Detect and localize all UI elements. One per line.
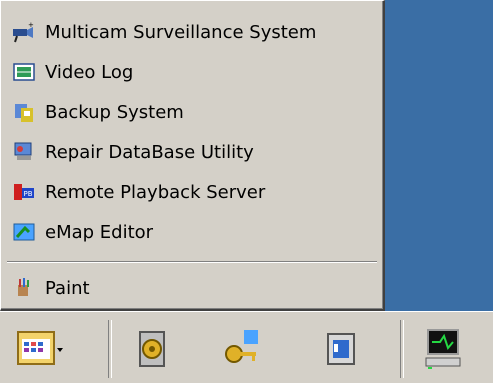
backup-system-icon [15,104,33,122]
menu-item-emap-editor[interactable]: eMap Editor [11,215,376,249]
menu-item-multicam-surveillance-system[interactable]: + Multicam Surveillance System [11,15,376,49]
taskbar [0,311,493,383]
key-icon[interactable] [216,324,266,376]
menu-item-label: eMap Editor [45,221,154,243]
taskbar-divider [400,320,404,378]
program-folder-icon[interactable] [14,324,64,376]
menu-item-label: Multicam Surveillance System [45,21,317,43]
menu-item-label: Paint [45,277,90,299]
taskbar-divider [108,320,112,378]
repair-database-icon [14,142,32,160]
svg-text:+: + [28,21,34,29]
settings-gear-icon[interactable] [128,324,178,376]
speaker-icon[interactable] [318,324,368,376]
menu-item-remote-playback-server[interactable]: PB Remote Playback Server [11,175,376,209]
menu-item-label: Repair DataBase Utility [45,141,254,163]
start-submenu: + Multicam Surveillance System Video Log… [0,0,385,311]
video-log-icon [13,63,35,81]
menu-item-paint[interactable]: Paint [11,271,376,305]
menu-item-label: Remote Playback Server [45,181,266,203]
remote-playback-icon: PB [14,184,34,200]
menu-item-label: Backup System [45,101,184,123]
paint-icon [18,278,29,296]
menu-item-video-log[interactable]: Video Log [11,55,376,89]
surveillance-camera-icon: + [13,21,34,43]
menu-item-label: Video Log [45,61,134,83]
menu-item-backup-system[interactable]: Backup System [11,95,376,129]
menu-item-repair-database-utility[interactable]: Repair DataBase Utility [11,135,376,169]
svg-text:PB: PB [24,190,33,198]
menu-separator [7,261,377,263]
computer-monitor-icon[interactable] [420,324,470,376]
emap-editor-icon [13,223,35,241]
